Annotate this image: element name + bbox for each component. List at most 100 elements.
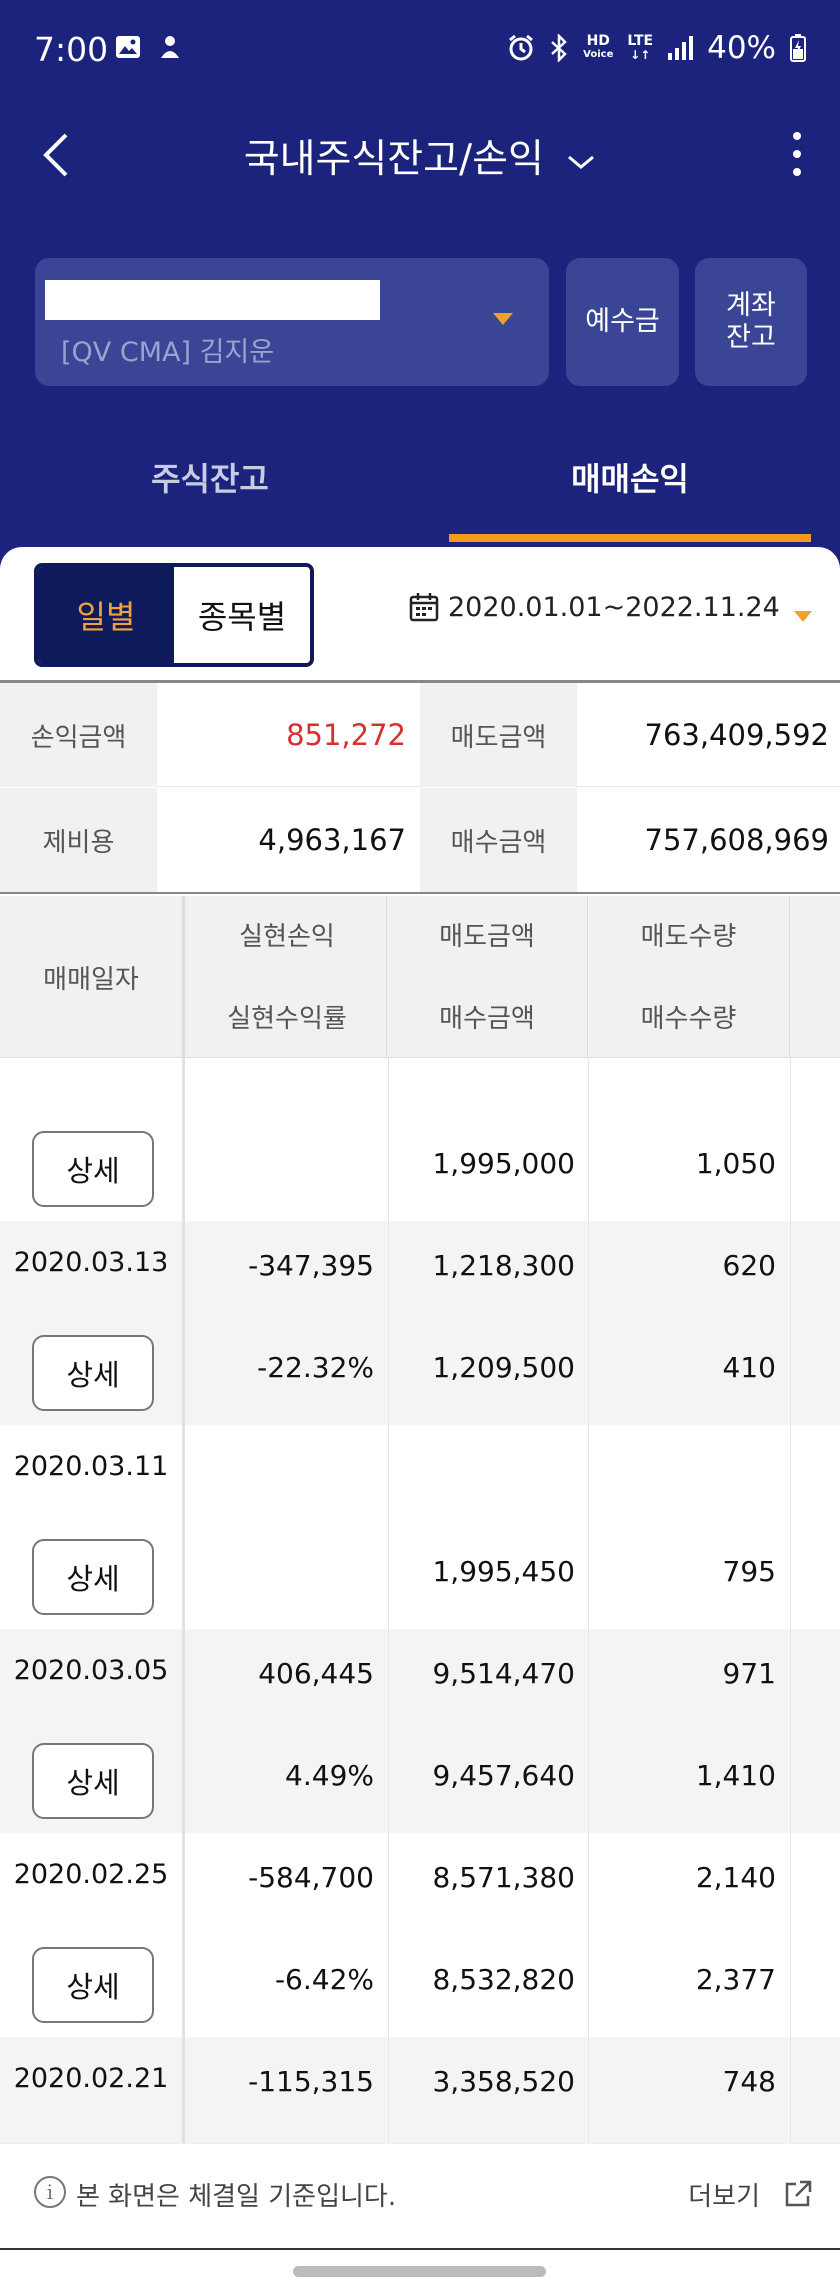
account-selector[interactable]: [QV CMA] 김지운 xyxy=(35,258,549,386)
account-balance-button[interactable]: 계좌 잔고 xyxy=(695,258,807,386)
buy-amount: 9,457,640 xyxy=(432,1759,575,1792)
trade-date: 2020.03.13 xyxy=(13,1247,169,1278)
account-balance-label-2: 잔고 xyxy=(726,322,776,353)
column-divider xyxy=(790,1629,791,1833)
date-cell: 2020.03.13 상세 xyxy=(0,1221,185,1425)
calendar-icon xyxy=(409,593,439,622)
column-divider xyxy=(790,1425,791,1629)
sell-amount: 3,358,520 xyxy=(432,2065,575,2098)
tab-bar: 주식잔고 매매손익 xyxy=(0,420,840,544)
app-header: 국내주식잔고/손익 xyxy=(0,110,840,200)
header-sell-qty: 매도수량 xyxy=(640,922,737,952)
external-link-icon[interactable] xyxy=(782,2178,814,2210)
header-amounts: 매도금액 매수금액 xyxy=(387,896,588,1058)
gallery-icon xyxy=(116,36,140,58)
buy-amount: 1,995,450 xyxy=(432,1555,575,1588)
more-options-icon[interactable] xyxy=(782,124,812,184)
buy-amount-value: 757,608,969 xyxy=(644,823,830,857)
status-time: 7:00 xyxy=(34,30,109,69)
header-realized: 실현손익 실현수익률 xyxy=(188,896,387,1058)
more-link[interactable]: 더보기 xyxy=(688,2176,760,2213)
column-divider xyxy=(388,1058,389,1221)
header-buy-qty: 매수수량 xyxy=(640,1004,737,1034)
toggle-by-item[interactable]: 종목별 xyxy=(174,567,310,663)
table-header: 매매일자 실현손익 실현수익률 매도금액 매수금액 매도수량 매수수량 xyxy=(0,896,840,1058)
battery-charging-icon xyxy=(790,34,806,62)
buy-amount-label: 매수금액 xyxy=(420,788,577,892)
buy-qty: 410 xyxy=(722,1351,776,1384)
chevron-down-icon xyxy=(568,155,595,169)
toggle-daily[interactable]: 일별 xyxy=(38,567,174,663)
sell-qty: 2,140 xyxy=(695,1861,776,1894)
bluetooth-icon xyxy=(551,34,567,62)
detail-button[interactable]: 상세 xyxy=(32,1335,154,1411)
buy-qty: 2,377 xyxy=(695,1963,776,1996)
buy-amount: 8,532,820 xyxy=(432,1963,575,1996)
detail-button[interactable]: 상세 xyxy=(32,1743,154,1819)
column-divider xyxy=(790,1221,791,1425)
table-row: 상세 1,995,000 1,050 xyxy=(0,1058,840,1221)
view-toggle: 일별 종목별 xyxy=(34,563,314,667)
buy-qty: 1,050 xyxy=(695,1147,776,1180)
page-title-dropdown[interactable]: 국내주식잔고/손익 xyxy=(0,128,840,184)
header-quantities: 매도수량 매수수량 xyxy=(588,896,790,1058)
realized-rate: -22.32% xyxy=(257,1351,374,1384)
fee-label: 제비용 xyxy=(0,788,157,892)
buy-qty: 1,410 xyxy=(695,1759,776,1792)
account-number-redacted xyxy=(45,280,380,320)
sell-qty: 620 xyxy=(722,1249,776,1282)
date-range-selector[interactable]: 2020.01.01~2022.11.24 xyxy=(408,591,780,623)
alarm-icon xyxy=(509,34,534,61)
deposit-button[interactable]: 예수금 xyxy=(566,258,679,386)
table-row: 2020.02.25 상세 -584,700 -6.42% 8,571,380 8,532… xyxy=(0,1833,840,2037)
status-bar: 7:00 HD Voice LTE ↓↑ 40% xyxy=(0,0,840,100)
sell-amount: 9,514,470 xyxy=(432,1657,575,1690)
detail-button[interactable]: 상세 xyxy=(32,1131,154,1207)
status-right-icons: HD Voice LTE ↓↑ 40% xyxy=(507,30,806,66)
date-range-text: 2020.01.01~2022.11.24 xyxy=(448,591,780,623)
header-sell-amount: 매도금액 xyxy=(439,922,535,952)
date-cell: 2020.02.25 상세 xyxy=(0,1833,185,2037)
date-cell: 상세 xyxy=(0,1058,185,1221)
table-row: 2020.03.05 상세 406,445 4.49% 9,514,470 9,457,6… xyxy=(0,1629,840,1833)
sell-amount: 8,571,380 xyxy=(432,1861,575,1894)
tab-stock-balance[interactable]: 주식잔고 xyxy=(0,420,420,544)
table-rows: 상세 1,995,000 1,050 2020.03.13 상세 -347,395 -22.… xyxy=(0,1058,840,2188)
table-body[interactable]: 상세 1,995,000 1,050 2020.03.13 상세 -347,395 -22.… xyxy=(0,1058,840,2188)
date-dropdown-caret-icon[interactable] xyxy=(794,611,812,622)
header-overflow-column xyxy=(790,896,840,1058)
trade-date: 2020.03.11 xyxy=(13,1451,169,1482)
footer-bar: i 본 화면은 체결일 기준입니다. 더보기 xyxy=(0,2143,840,2243)
date-cell: 2020.03.05 상세 xyxy=(0,1629,185,1833)
battery-percent: 40% xyxy=(707,30,776,66)
account-name: [QV CMA] 김지운 xyxy=(61,337,275,368)
header-trade-date: 매매일자 xyxy=(0,896,185,1058)
summary-row: 제비용 4,963,167 매수금액 757,608,969 xyxy=(0,788,840,892)
date-cell: 2020.03.11 상세 xyxy=(0,1425,185,1629)
hd-voice-indicator: HD Voice xyxy=(583,33,614,60)
lte-indicator: LTE ↓↑ xyxy=(627,33,654,62)
home-indicator[interactable] xyxy=(293,2266,546,2277)
trade-date: 2020.02.25 xyxy=(13,1859,169,1890)
header-realized-pnl: 실현손익 xyxy=(239,922,335,952)
tab-trading-pnl[interactable]: 매매손익 xyxy=(420,420,840,544)
column-divider xyxy=(588,1425,589,1629)
realized-pnl: -115,315 xyxy=(248,2065,374,2098)
column-divider xyxy=(790,1058,791,1221)
sell-amount-label: 매도금액 xyxy=(420,683,577,787)
realized-rate: 4.49% xyxy=(285,1759,374,1792)
account-balance-label-1: 계좌 xyxy=(726,289,776,321)
pnl-value: 851,272 xyxy=(286,718,406,752)
detail-button[interactable]: 상세 xyxy=(32,1539,154,1615)
buy-amount: 1,209,500 xyxy=(432,1351,575,1384)
sell-amount-value: 763,409,592 xyxy=(644,718,830,752)
app-notification-icon xyxy=(161,36,179,58)
realized-rate: -6.42% xyxy=(274,1963,374,1996)
detail-button[interactable]: 상세 xyxy=(32,1947,154,2023)
realized-pnl: -347,395 xyxy=(248,1249,374,1282)
summary-table: 손익금액 851,272 매도금액 763,409,592 제비용 4,963,… xyxy=(0,680,840,894)
header-buy-amount: 매수금액 xyxy=(439,1004,535,1034)
dropdown-caret-icon xyxy=(493,313,513,325)
realized-pnl: -584,700 xyxy=(248,1861,374,1894)
info-icon: i xyxy=(34,2176,66,2208)
